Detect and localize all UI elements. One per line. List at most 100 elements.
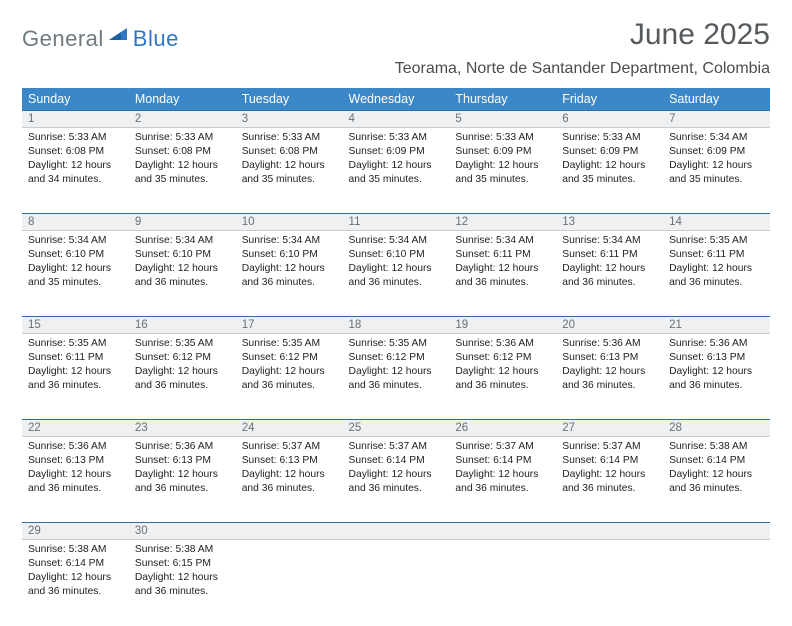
day-cell: Sunrise: 5:38 AMSunset: 6:14 PMDaylight:…	[22, 540, 129, 605]
sunset-text: Sunset: 6:11 PM	[28, 351, 123, 365]
logo-text-general: General	[22, 26, 104, 52]
day2-text: and 36 minutes.	[669, 276, 764, 290]
day-cell: Sunrise: 5:37 AMSunset: 6:13 PMDaylight:…	[236, 437, 343, 502]
day2-text: and 36 minutes.	[135, 482, 230, 496]
weekday-header-row: Sunday Monday Tuesday Wednesday Thursday…	[22, 88, 770, 111]
day2-text: and 34 minutes.	[28, 173, 123, 187]
day-cell: Sunrise: 5:37 AMSunset: 6:14 PMDaylight:…	[556, 437, 663, 502]
sunset-text: Sunset: 6:12 PM	[349, 351, 444, 365]
sunset-text: Sunset: 6:08 PM	[135, 145, 230, 159]
day1-text: Daylight: 12 hours	[349, 262, 444, 276]
day-cell: Sunrise: 5:36 AMSunset: 6:13 PMDaylight:…	[663, 334, 770, 399]
daynum-row: 2930	[22, 523, 770, 540]
sunrise-text: Sunrise: 5:35 AM	[28, 337, 123, 351]
day-cell: Sunrise: 5:37 AMSunset: 6:14 PMDaylight:…	[343, 437, 450, 502]
day2-text: and 36 minutes.	[242, 482, 337, 496]
day2-text: and 36 minutes.	[242, 276, 337, 290]
day-number: 10	[236, 214, 343, 230]
sunset-text: Sunset: 6:12 PM	[135, 351, 230, 365]
sunrise-text: Sunrise: 5:33 AM	[135, 131, 230, 145]
sunset-text: Sunset: 6:09 PM	[455, 145, 550, 159]
week-row: Sunrise: 5:36 AMSunset: 6:13 PMDaylight:…	[22, 437, 770, 523]
sunset-text: Sunset: 6:09 PM	[349, 145, 444, 159]
day1-text: Daylight: 12 hours	[455, 365, 550, 379]
day-cell: Sunrise: 5:34 AMSunset: 6:10 PMDaylight:…	[343, 231, 450, 296]
day-cell: Sunrise: 5:34 AMSunset: 6:11 PMDaylight:…	[449, 231, 556, 296]
day-cell: Sunrise: 5:33 AMSunset: 6:09 PMDaylight:…	[449, 128, 556, 193]
sunrise-text: Sunrise: 5:34 AM	[669, 131, 764, 145]
day-number: 6	[556, 111, 663, 127]
day-number: 22	[22, 420, 129, 436]
sunrise-text: Sunrise: 5:33 AM	[242, 131, 337, 145]
sunrise-text: Sunrise: 5:38 AM	[669, 440, 764, 454]
sunset-text: Sunset: 6:11 PM	[669, 248, 764, 262]
day1-text: Daylight: 12 hours	[242, 468, 337, 482]
day-cell: Sunrise: 5:33 AMSunset: 6:09 PMDaylight:…	[343, 128, 450, 193]
weekday-header: Thursday	[449, 88, 556, 111]
day1-text: Daylight: 12 hours	[28, 159, 123, 173]
day-number: 17	[236, 317, 343, 333]
daynum-row: 891011121314	[22, 214, 770, 231]
sunset-text: Sunset: 6:12 PM	[242, 351, 337, 365]
day-cell: Sunrise: 5:34 AMSunset: 6:10 PMDaylight:…	[22, 231, 129, 296]
day2-text: and 36 minutes.	[135, 276, 230, 290]
day1-text: Daylight: 12 hours	[455, 262, 550, 276]
daynum-row: 15161718192021	[22, 317, 770, 334]
day1-text: Daylight: 12 hours	[28, 262, 123, 276]
sunrise-text: Sunrise: 5:36 AM	[28, 440, 123, 454]
day1-text: Daylight: 12 hours	[28, 468, 123, 482]
day2-text: and 35 minutes.	[28, 276, 123, 290]
day2-text: and 36 minutes.	[455, 276, 550, 290]
day2-text: and 36 minutes.	[562, 276, 657, 290]
day1-text: Daylight: 12 hours	[28, 571, 123, 585]
sunset-text: Sunset: 6:08 PM	[242, 145, 337, 159]
day-cell: Sunrise: 5:33 AMSunset: 6:08 PMDaylight:…	[236, 128, 343, 193]
day-cell: Sunrise: 5:34 AMSunset: 6:10 PMDaylight:…	[236, 231, 343, 296]
sunset-text: Sunset: 6:10 PM	[242, 248, 337, 262]
sunrise-text: Sunrise: 5:33 AM	[562, 131, 657, 145]
day-number: 4	[343, 111, 450, 127]
day1-text: Daylight: 12 hours	[135, 159, 230, 173]
day2-text: and 36 minutes.	[28, 482, 123, 496]
day2-text: and 36 minutes.	[349, 276, 444, 290]
sunrise-text: Sunrise: 5:35 AM	[242, 337, 337, 351]
day-number: 5	[449, 111, 556, 127]
title-block: June 2025 Teorama, Norte de Santander De…	[395, 18, 770, 78]
weekday-header: Saturday	[663, 88, 770, 111]
week-row: Sunrise: 5:34 AMSunset: 6:10 PMDaylight:…	[22, 231, 770, 317]
day-number: 3	[236, 111, 343, 127]
sunrise-text: Sunrise: 5:33 AM	[455, 131, 550, 145]
day2-text: and 35 minutes.	[242, 173, 337, 187]
day1-text: Daylight: 12 hours	[562, 262, 657, 276]
day1-text: Daylight: 12 hours	[455, 159, 550, 173]
day1-text: Daylight: 12 hours	[455, 468, 550, 482]
day2-text: and 36 minutes.	[135, 379, 230, 393]
day2-text: and 35 minutes.	[669, 173, 764, 187]
day-cell: Sunrise: 5:33 AMSunset: 6:08 PMDaylight:…	[129, 128, 236, 193]
day1-text: Daylight: 12 hours	[669, 365, 764, 379]
day-number: 27	[556, 420, 663, 436]
sunrise-text: Sunrise: 5:34 AM	[455, 234, 550, 248]
week-row: Sunrise: 5:38 AMSunset: 6:14 PMDaylight:…	[22, 540, 770, 626]
day2-text: and 36 minutes.	[242, 379, 337, 393]
day-cell: Sunrise: 5:36 AMSunset: 6:13 PMDaylight:…	[556, 334, 663, 399]
sunrise-text: Sunrise: 5:34 AM	[242, 234, 337, 248]
sunrise-text: Sunrise: 5:38 AM	[28, 543, 123, 557]
sunset-text: Sunset: 6:13 PM	[562, 351, 657, 365]
day-number: 15	[22, 317, 129, 333]
day1-text: Daylight: 12 hours	[242, 365, 337, 379]
day-cell: Sunrise: 5:36 AMSunset: 6:13 PMDaylight:…	[129, 437, 236, 502]
sunrise-text: Sunrise: 5:34 AM	[28, 234, 123, 248]
day2-text: and 36 minutes.	[28, 585, 123, 599]
weekday-header: Monday	[129, 88, 236, 111]
day-number: 16	[129, 317, 236, 333]
sunrise-text: Sunrise: 5:34 AM	[349, 234, 444, 248]
sunrise-text: Sunrise: 5:37 AM	[455, 440, 550, 454]
day-number: 25	[343, 420, 450, 436]
sunset-text: Sunset: 6:14 PM	[562, 454, 657, 468]
sunset-text: Sunset: 6:12 PM	[455, 351, 550, 365]
sunrise-text: Sunrise: 5:33 AM	[28, 131, 123, 145]
weekday-header: Tuesday	[236, 88, 343, 111]
header: General Blue June 2025 Teorama, Norte de…	[22, 18, 770, 78]
day2-text: and 36 minutes.	[455, 482, 550, 496]
